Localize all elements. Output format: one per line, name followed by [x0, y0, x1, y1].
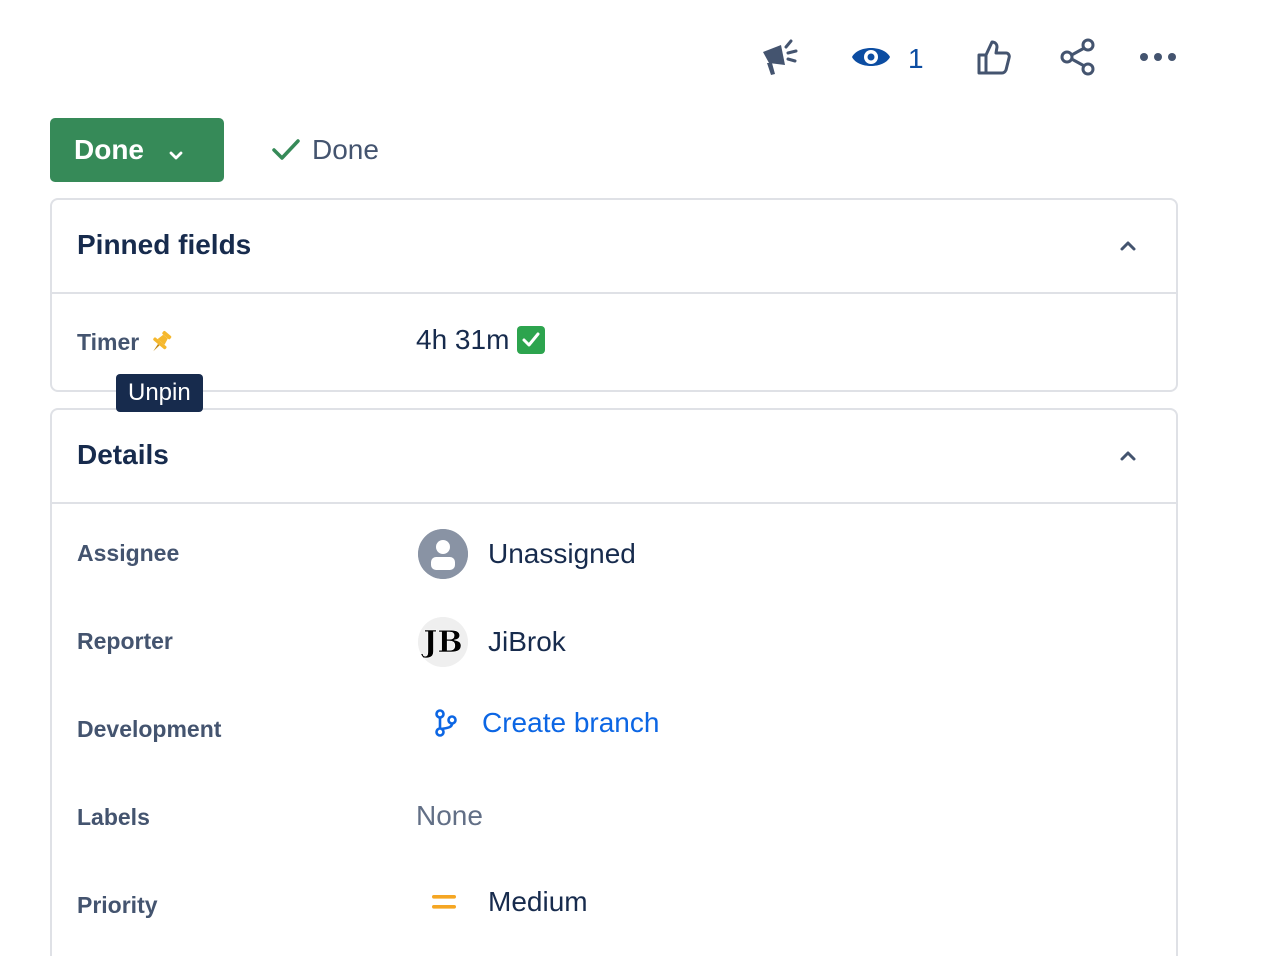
share-button[interactable]: [1050, 34, 1106, 84]
feedback-button[interactable]: [752, 34, 808, 84]
development-label: Development: [77, 716, 222, 742]
status-transition-button[interactable]: Done: [50, 118, 224, 182]
issue-toolbar: 1: [0, 34, 1284, 84]
chevron-down-icon: [166, 140, 186, 172]
assignee-label: Assignee: [77, 540, 180, 566]
timer-field-label: Timer: [77, 328, 175, 356]
issue-sidebar: 1 Done Done Pinned fields Timer 4h 31m U…: [0, 0, 1284, 956]
pinned-fields-title: Pinned fields: [77, 229, 252, 260]
more-horizontal-icon: [1138, 50, 1178, 68]
eye-icon: [850, 41, 892, 78]
unpin-tooltip: Unpin: [116, 374, 203, 412]
timer-field-value[interactable]: 4h 31m: [416, 324, 546, 356]
details-title: Details: [77, 439, 169, 470]
labels-label: Labels: [77, 804, 150, 830]
labels-value: None: [416, 800, 483, 831]
pinned-fields-panel: Pinned fields Timer 4h 31m: [50, 198, 1178, 392]
reporter-value: JiBrok: [488, 626, 566, 657]
watch-button[interactable]: 1: [844, 34, 934, 84]
priority-label: Priority: [77, 892, 158, 918]
resolution-label: Done: [312, 134, 379, 165]
create-branch-text: Create branch: [482, 707, 660, 738]
more-actions-button[interactable]: [1130, 34, 1186, 84]
resolution-indicator: Done: [270, 126, 379, 174]
chevron-up-icon[interactable]: [1118, 446, 1138, 466]
share-icon: [1058, 37, 1098, 82]
reporter-field[interactable]: JB JiBrok: [418, 617, 566, 667]
chevron-up-icon[interactable]: [1118, 236, 1138, 256]
status-label: Done: [74, 134, 144, 165]
reporter-avatar-initials: JB: [420, 625, 463, 660]
reporter-avatar: JB: [418, 617, 468, 667]
assignee-value: Unassigned: [488, 538, 636, 569]
default-avatar-icon: [418, 529, 468, 579]
pinned-fields-header[interactable]: Pinned fields: [52, 200, 1176, 294]
branch-icon: [432, 708, 460, 738]
priority-medium-icon: [430, 890, 458, 914]
priority-field[interactable]: Medium: [430, 886, 588, 918]
timer-label-text: Timer: [77, 328, 140, 355]
reporter-label: Reporter: [77, 628, 173, 654]
like-button[interactable]: [966, 34, 1022, 84]
details-panel: Details Assignee Unassigned Reporter JB …: [50, 408, 1178, 956]
create-branch-link[interactable]: Create branch: [432, 707, 659, 739]
megaphone-icon: [759, 37, 801, 82]
priority-value: Medium: [488, 886, 588, 917]
thumbs-up-icon: [976, 38, 1012, 81]
check-mark-button-icon: [517, 326, 546, 354]
assignee-field[interactable]: Unassigned: [418, 529, 636, 579]
checkmark-icon: [270, 136, 302, 164]
timer-value-text: 4h 31m: [416, 324, 510, 355]
details-header[interactable]: Details: [52, 410, 1176, 504]
pin-icon[interactable]: [147, 328, 175, 356]
labels-field[interactable]: None: [416, 800, 483, 832]
watch-count: 1: [908, 43, 924, 74]
